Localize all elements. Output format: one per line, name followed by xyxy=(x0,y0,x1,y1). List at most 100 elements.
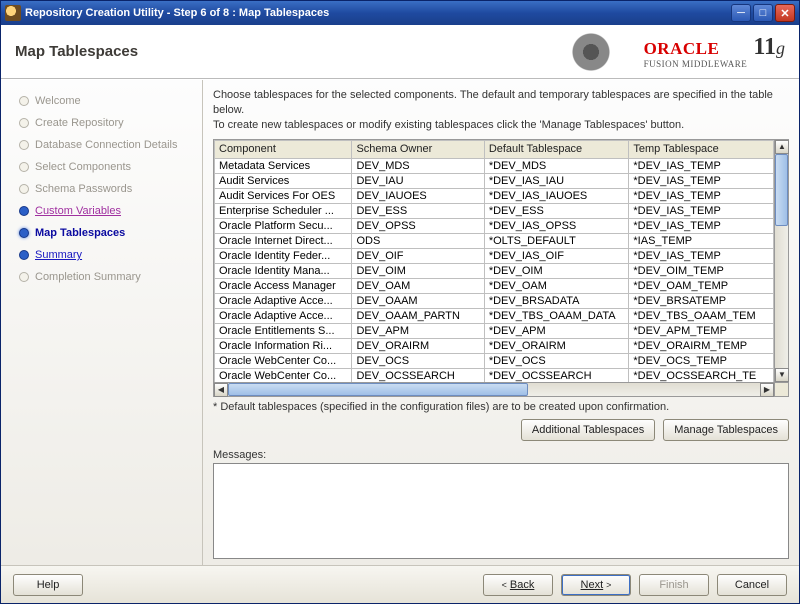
table-row[interactable]: Audit ServicesDEV_IAU*DEV_IAS_IAU*DEV_IA… xyxy=(215,173,774,188)
cell-temp-tablespace[interactable]: *DEV_IAS_TEMP xyxy=(629,173,774,188)
table-row[interactable]: Oracle Identity Feder...DEV_OIF*DEV_IAS_… xyxy=(215,248,774,263)
cell-temp-tablespace[interactable]: *DEV_OCSSEARCH_TE xyxy=(629,368,774,382)
minimize-button[interactable]: ─ xyxy=(731,4,751,22)
table-row[interactable]: Oracle WebCenter Co...DEV_OCS*DEV_OCS*DE… xyxy=(215,353,774,368)
cell-schema-owner[interactable]: DEV_OIM xyxy=(352,263,484,278)
cell-component[interactable]: Oracle Access Manager xyxy=(215,278,352,293)
cell-schema-owner[interactable]: DEV_MDS xyxy=(352,158,484,173)
cell-default-tablespace[interactable]: *DEV_OCSSEARCH xyxy=(484,368,629,382)
cell-component[interactable]: Oracle Adaptive Acce... xyxy=(215,293,352,308)
cell-default-tablespace[interactable]: *OLTS_DEFAULT xyxy=(484,233,629,248)
cell-default-tablespace[interactable]: *DEV_MDS xyxy=(484,158,629,173)
step-custom-variables[interactable]: Custom Variables xyxy=(19,200,196,222)
horizontal-scrollbar[interactable]: ◀ ▶ xyxy=(214,382,774,396)
cell-default-tablespace[interactable]: *DEV_TBS_OAAM_DATA xyxy=(484,308,629,323)
cell-temp-tablespace[interactable]: *DEV_IAS_TEMP xyxy=(629,203,774,218)
cell-temp-tablespace[interactable]: *DEV_IAS_TEMP xyxy=(629,158,774,173)
table-row[interactable]: Oracle Access ManagerDEV_OAM*DEV_OAM*DEV… xyxy=(215,278,774,293)
cell-default-tablespace[interactable]: *DEV_ORAIRM xyxy=(484,338,629,353)
cell-temp-tablespace[interactable]: *DEV_IAS_TEMP xyxy=(629,188,774,203)
table-row[interactable]: Oracle Adaptive Acce...DEV_OAAM_PARTN*DE… xyxy=(215,308,774,323)
cell-component[interactable]: Oracle Identity Feder... xyxy=(215,248,352,263)
cell-temp-tablespace[interactable]: *IAS_TEMP xyxy=(629,233,774,248)
cell-component[interactable]: Oracle Internet Direct... xyxy=(215,233,352,248)
cell-component[interactable]: Audit Services xyxy=(215,173,352,188)
next-button[interactable]: Next > xyxy=(561,574,631,596)
cell-schema-owner[interactable]: DEV_OCS xyxy=(352,353,484,368)
cell-temp-tablespace[interactable]: *DEV_TBS_OAAM_TEM xyxy=(629,308,774,323)
cell-schema-owner[interactable]: DEV_OIF xyxy=(352,248,484,263)
table-row[interactable]: Audit Services For OESDEV_IAUOES*DEV_IAS… xyxy=(215,188,774,203)
table-row[interactable]: Oracle Entitlements S...DEV_APM*DEV_APM*… xyxy=(215,323,774,338)
cell-schema-owner[interactable]: ODS xyxy=(352,233,484,248)
col-temp-tablespace[interactable]: Temp Tablespace xyxy=(629,140,774,158)
cell-temp-tablespace[interactable]: *DEV_OAM_TEMP xyxy=(629,278,774,293)
cell-default-tablespace[interactable]: *DEV_BRSADATA xyxy=(484,293,629,308)
additional-tablespaces-button[interactable]: Additional Tablespaces xyxy=(521,419,655,441)
help-button[interactable]: Help xyxy=(13,574,83,596)
tablespace-table[interactable]: Component Schema Owner Default Tablespac… xyxy=(214,140,774,382)
scroll-thumb[interactable] xyxy=(775,154,788,226)
cell-schema-owner[interactable]: DEV_OAAM xyxy=(352,293,484,308)
cell-default-tablespace[interactable]: *DEV_APM xyxy=(484,323,629,338)
table-row[interactable]: Oracle Information Ri...DEV_ORAIRM*DEV_O… xyxy=(215,338,774,353)
table-row[interactable]: Oracle Internet Direct...ODS*OLTS_DEFAUL… xyxy=(215,233,774,248)
cell-schema-owner[interactable]: DEV_APM xyxy=(352,323,484,338)
manage-tablespaces-button[interactable]: Manage Tablespaces xyxy=(663,419,789,441)
cell-temp-tablespace[interactable]: *DEV_APM_TEMP xyxy=(629,323,774,338)
cell-component[interactable]: Oracle Entitlements S... xyxy=(215,323,352,338)
scroll-left-icon[interactable]: ◀ xyxy=(214,383,228,397)
cell-default-tablespace[interactable]: *DEV_ESS xyxy=(484,203,629,218)
vertical-scrollbar[interactable]: ▲ ▼ xyxy=(774,140,788,382)
cell-temp-tablespace[interactable]: *DEV_ORAIRM_TEMP xyxy=(629,338,774,353)
scroll-up-icon[interactable]: ▲ xyxy=(775,140,789,154)
cell-schema-owner[interactable]: DEV_OCSSEARCH xyxy=(352,368,484,382)
cell-schema-owner[interactable]: DEV_IAUOES xyxy=(352,188,484,203)
cell-schema-owner[interactable]: DEV_ESS xyxy=(352,203,484,218)
table-row[interactable]: Oracle WebCenter Co...DEV_OCSSEARCH*DEV_… xyxy=(215,368,774,382)
cell-default-tablespace[interactable]: *DEV_OCS xyxy=(484,353,629,368)
cell-temp-tablespace[interactable]: *DEV_IAS_TEMP xyxy=(629,248,774,263)
table-row[interactable]: Metadata ServicesDEV_MDS*DEV_MDS*DEV_IAS… xyxy=(215,158,774,173)
cell-schema-owner[interactable]: DEV_IAU xyxy=(352,173,484,188)
cell-component[interactable]: Oracle WebCenter Co... xyxy=(215,353,352,368)
cell-temp-tablespace[interactable]: *DEV_BRSATEMP xyxy=(629,293,774,308)
maximize-button[interactable]: □ xyxy=(753,4,773,22)
cell-component[interactable]: Oracle Adaptive Acce... xyxy=(215,308,352,323)
cell-component[interactable]: Oracle WebCenter Co... xyxy=(215,368,352,382)
scroll-thumb[interactable] xyxy=(228,383,528,396)
cell-component[interactable]: Audit Services For OES xyxy=(215,188,352,203)
cell-schema-owner[interactable]: DEV_OPSS xyxy=(352,218,484,233)
table-row[interactable]: Oracle Platform Secu...DEV_OPSS*DEV_IAS_… xyxy=(215,218,774,233)
table-row[interactable]: Oracle Adaptive Acce...DEV_OAAM*DEV_BRSA… xyxy=(215,293,774,308)
cell-component[interactable]: Oracle Information Ri... xyxy=(215,338,352,353)
col-component[interactable]: Component xyxy=(215,140,352,158)
cell-component[interactable]: Oracle Identity Mana... xyxy=(215,263,352,278)
table-row[interactable]: Enterprise Scheduler ...DEV_ESS*DEV_ESS*… xyxy=(215,203,774,218)
cell-default-tablespace[interactable]: *DEV_IAS_OIF xyxy=(484,248,629,263)
cell-temp-tablespace[interactable]: *DEV_IAS_TEMP xyxy=(629,218,774,233)
col-schema-owner[interactable]: Schema Owner xyxy=(352,140,484,158)
cell-schema-owner[interactable]: DEV_OAAM_PARTN xyxy=(352,308,484,323)
cell-default-tablespace[interactable]: *DEV_IAS_OPSS xyxy=(484,218,629,233)
scroll-down-icon[interactable]: ▼ xyxy=(775,368,789,382)
close-button[interactable]: ✕ xyxy=(775,4,795,22)
cell-component[interactable]: Enterprise Scheduler ... xyxy=(215,203,352,218)
cell-schema-owner[interactable]: DEV_ORAIRM xyxy=(352,338,484,353)
cell-temp-tablespace[interactable]: *DEV_OCS_TEMP xyxy=(629,353,774,368)
cell-default-tablespace[interactable]: *DEV_OIM xyxy=(484,263,629,278)
cell-temp-tablespace[interactable]: *DEV_OIM_TEMP xyxy=(629,263,774,278)
cell-schema-owner[interactable]: DEV_OAM xyxy=(352,278,484,293)
cancel-button[interactable]: Cancel xyxy=(717,574,787,596)
cell-component[interactable]: Metadata Services xyxy=(215,158,352,173)
step-summary[interactable]: Summary xyxy=(19,244,196,266)
scroll-right-icon[interactable]: ▶ xyxy=(760,383,774,397)
messages-textarea[interactable] xyxy=(213,463,789,559)
col-default-tablespace[interactable]: Default Tablespace xyxy=(484,140,629,158)
back-button[interactable]: < Back xyxy=(483,574,553,596)
cell-default-tablespace[interactable]: *DEV_OAM xyxy=(484,278,629,293)
cell-default-tablespace[interactable]: *DEV_IAS_IAUOES xyxy=(484,188,629,203)
table-row[interactable]: Oracle Identity Mana...DEV_OIM*DEV_OIM*D… xyxy=(215,263,774,278)
cell-component[interactable]: Oracle Platform Secu... xyxy=(215,218,352,233)
cell-default-tablespace[interactable]: *DEV_IAS_IAU xyxy=(484,173,629,188)
